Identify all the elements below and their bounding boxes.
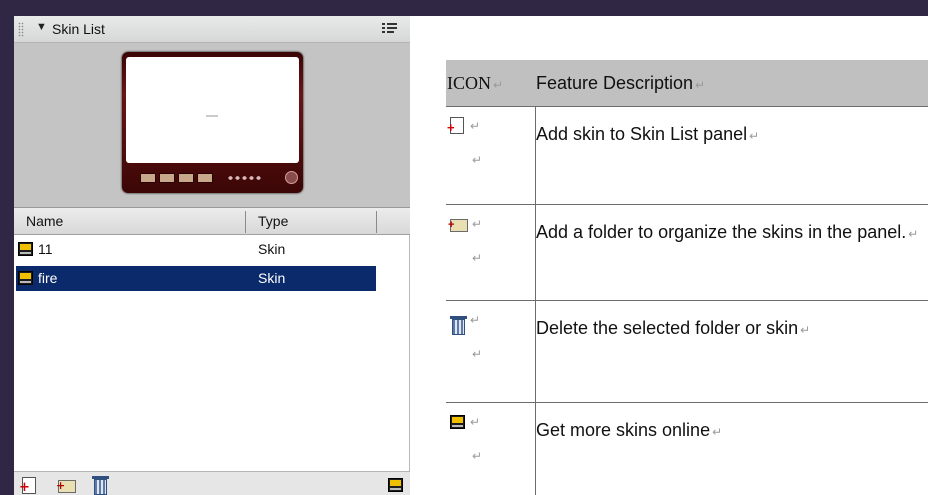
feature-description: Add a folder to organize the skins in th… [536, 222, 907, 242]
paragraph-mark: ↵ [472, 153, 483, 167]
preview-control-icon [197, 173, 213, 183]
preview-dots-icon [227, 175, 262, 181]
table-row: ↵ ↵ Get more skins online ↵ [446, 402, 928, 495]
column-divider[interactable] [376, 211, 377, 233]
table-row: + ↵ ↵ Add skin to Skin List panel ↵ [446, 106, 928, 204]
column-header-name[interactable]: Name [26, 213, 63, 229]
table-row: + ↵ ↵ Add a folder to organize the skins… [446, 204, 928, 300]
skin-icon [18, 242, 33, 256]
paragraph-mark: ↵ [493, 78, 504, 92]
paragraph-mark: ↵ [472, 217, 483, 231]
preview-screen [126, 57, 299, 163]
get-skins-icon[interactable] [388, 478, 403, 492]
header-description-label: Feature Description [536, 73, 694, 93]
paragraph-mark: ↵ [908, 227, 919, 241]
get-skins-icon [450, 415, 465, 429]
feature-description: Delete the selected folder or skin [536, 318, 799, 338]
header-icon-label: ICON [447, 73, 491, 93]
paragraph-mark: ↵ [472, 251, 483, 265]
panel-title: Skin List [52, 21, 105, 37]
skin-list-panel: ▼ Skin List Name Type 11 Skin fire Skin … [14, 16, 410, 495]
paragraph-mark: ↵ [472, 347, 483, 361]
table-row: ↵ ↵ Delete the selected folder or skin ↵ [446, 300, 928, 402]
feature-description: Get more skins online [536, 420, 711, 440]
preview-control-icon [178, 173, 194, 183]
preview-control-icon [140, 173, 156, 183]
panel-footer: + + [14, 471, 410, 495]
item-type: Skin [258, 270, 286, 286]
item-name: fire [38, 270, 58, 286]
grip-icon[interactable] [18, 22, 24, 37]
add-skin-icon: + [447, 117, 464, 134]
feature-description: Add skin to Skin List panel [536, 124, 748, 144]
panel-header[interactable]: ▼ Skin List [14, 16, 410, 43]
paragraph-mark: ↵ [470, 415, 481, 429]
paragraph-mark: ↵ [800, 323, 811, 337]
delete-icon [450, 316, 467, 335]
paragraph-mark: ↵ [472, 449, 483, 463]
table-header: ICON ↵ Feature Description ↵ [446, 60, 928, 106]
item-name: 11 [38, 241, 53, 257]
list-header: Name Type [14, 208, 410, 235]
preview-round-button-icon [285, 171, 298, 184]
feature-table: ICON ↵ Feature Description ↵ + ↵ ↵ Add ski… [410, 16, 928, 495]
list-item[interactable]: 11 Skin [16, 237, 376, 262]
paragraph-mark: ↵ [749, 129, 760, 143]
preview-control-icon [159, 173, 175, 183]
paragraph-mark: ↵ [695, 78, 706, 92]
add-folder-icon: + [448, 219, 468, 232]
panel-options-icon[interactable] [382, 22, 398, 36]
skin-preview-thumbnail [122, 52, 303, 193]
column-header-type[interactable]: Type [258, 213, 288, 229]
list-item-selected[interactable]: fire Skin [16, 266, 376, 291]
column-divider[interactable] [245, 211, 246, 233]
add-folder-icon[interactable]: + [56, 480, 76, 493]
item-type: Skin [258, 241, 286, 257]
window-top-strip [0, 0, 928, 16]
skin-icon [18, 271, 33, 285]
paragraph-mark: ↵ [712, 425, 723, 439]
skin-preview-area [14, 43, 410, 208]
paragraph-mark: ↵ [470, 313, 481, 327]
collapse-triangle-icon[interactable]: ▼ [36, 21, 47, 33]
add-skin-icon[interactable]: + [19, 477, 36, 494]
delete-icon[interactable] [92, 476, 109, 495]
paragraph-mark: ↵ [470, 119, 481, 133]
